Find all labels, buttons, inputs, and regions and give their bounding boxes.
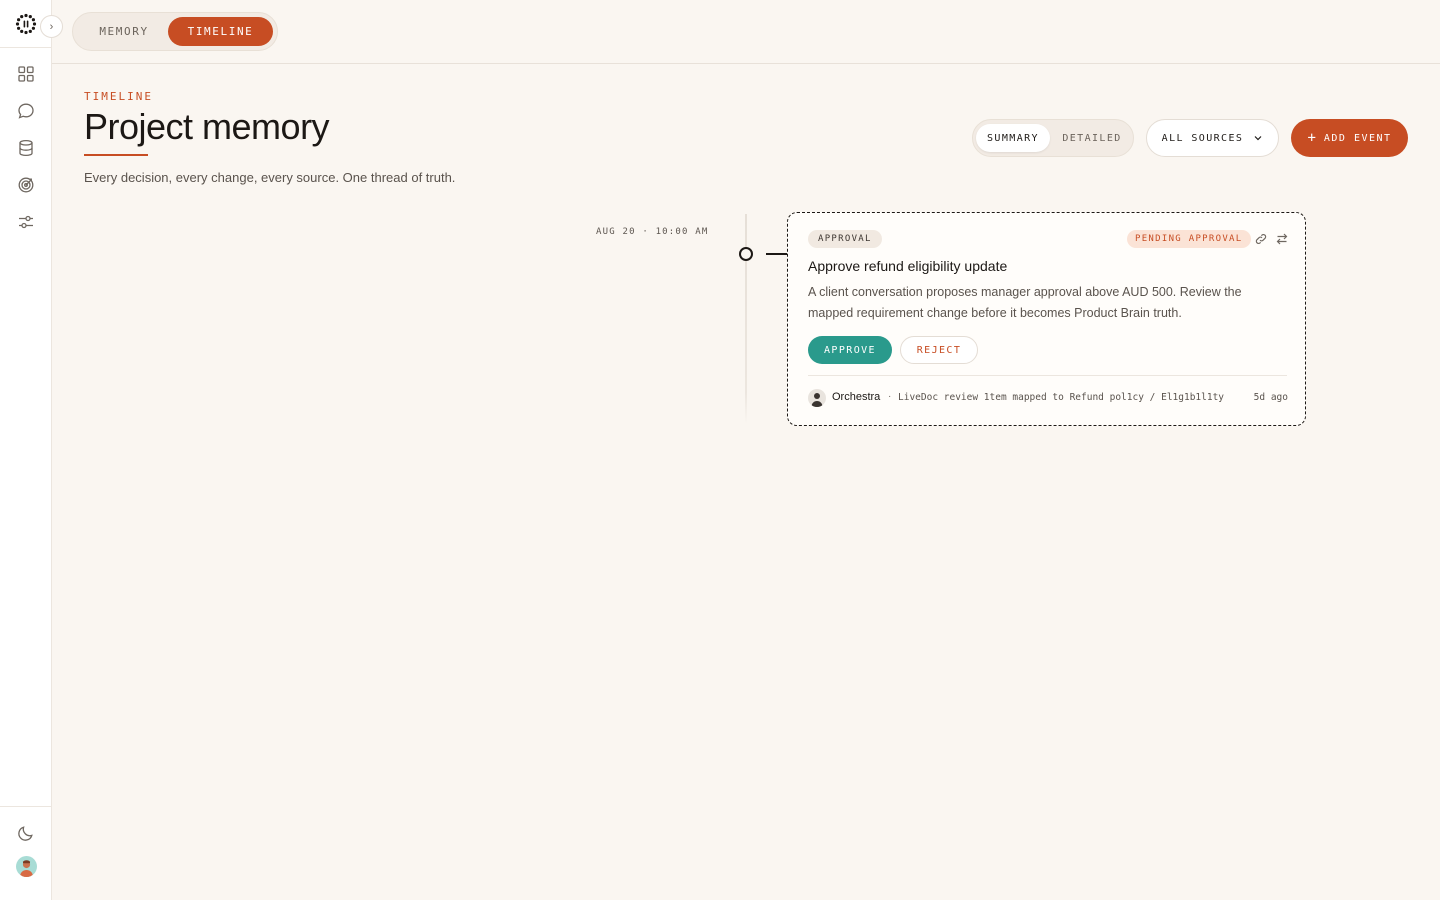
title-underline (84, 154, 148, 156)
page-title: Project memory (84, 106, 330, 147)
event-description: A client conversation proposes manager a… (808, 285, 1242, 320)
source-filter-label: ALL SOURCES (1161, 132, 1244, 144)
approve-button[interactable]: APPROVE (808, 336, 892, 364)
page-eyebrow: TIMELINE (84, 90, 153, 103)
top-bar: MEMORY TIMELINE (52, 0, 1440, 64)
separator-dot: · (888, 391, 892, 402)
reject-button[interactable]: REJECT (900, 336, 978, 364)
link-icon[interactable] (1254, 232, 1268, 246)
target-icon[interactable] (16, 175, 36, 195)
summary-option[interactable]: SUMMARY (976, 124, 1050, 152)
card-divider (808, 375, 1287, 376)
timeline-node (739, 247, 753, 261)
event-title: Approve refund eligibility update (808, 258, 1008, 274)
tab-memory[interactable]: MEMORY (79, 17, 169, 46)
database-icon[interactable] (16, 138, 36, 158)
event-date: AUG 20 · 10:00 AM (596, 227, 709, 237)
source-filter-dropdown[interactable]: ALL SOURCES (1146, 119, 1279, 157)
grid-icon[interactable] (16, 64, 36, 84)
tab-timeline[interactable]: TIMELINE (168, 17, 273, 46)
event-time-ago: 5d ago (1253, 392, 1288, 403)
app-logo-icon[interactable] (15, 13, 37, 35)
density-toggle: SUMMARY DETAILED (972, 119, 1134, 157)
user-avatar[interactable] (16, 856, 37, 877)
event-type-badge: APPROVAL (808, 230, 882, 248)
author-name: Orchestra (832, 391, 881, 403)
plus-icon: + (1307, 130, 1316, 146)
event-card[interactable]: APPROVAL PENDING APPROVAL Approve refund… (787, 212, 1306, 426)
event-footer: Orchestra · LiveDoc review 1tem mapped t… (808, 389, 1288, 407)
chevron-right-icon: › (49, 20, 54, 33)
timeline-connector (766, 253, 788, 255)
add-event-button[interactable]: + ADD EVENT (1291, 119, 1408, 157)
moon-icon[interactable] (16, 823, 36, 843)
swap-icon[interactable] (1275, 232, 1289, 246)
sidebar-divider (0, 806, 52, 807)
event-meta: LiveDoc review 1tem mapped to Refund pol… (898, 392, 1225, 403)
author-avatar (808, 389, 826, 407)
status-badge: PENDING APPROVAL (1127, 230, 1251, 248)
timeline-line (745, 214, 747, 424)
page-subtitle: Every decision, every change, every sour… (84, 170, 456, 185)
sidebar: › (0, 0, 63, 900)
sidebar-expand-button[interactable]: › (40, 15, 63, 38)
chevron-down-icon (1254, 136, 1262, 141)
sliders-icon[interactable] (16, 212, 36, 232)
add-event-label: ADD EVENT (1323, 132, 1392, 144)
view-switcher: MEMORY TIMELINE (72, 12, 278, 51)
chat-icon[interactable] (16, 101, 36, 121)
sidebar-divider (0, 47, 52, 48)
detailed-option[interactable]: DETAILED (1053, 124, 1131, 152)
